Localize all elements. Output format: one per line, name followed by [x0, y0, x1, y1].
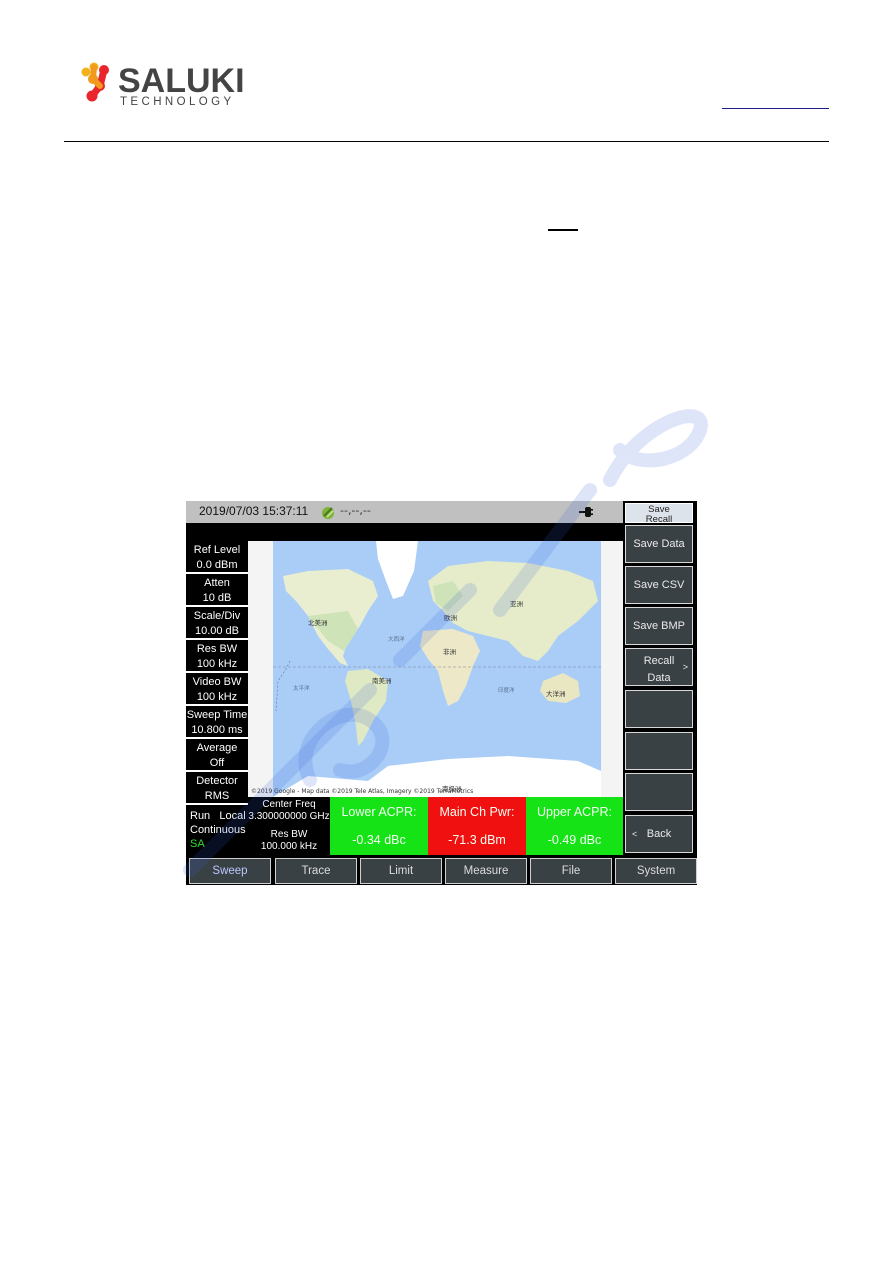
lower-acpr-value: -0.34 dBc	[352, 833, 406, 847]
param-label: Average	[196, 742, 238, 754]
label-africa: 非洲	[443, 647, 456, 656]
center-freq-label: Center Freq	[262, 799, 316, 810]
chevron-right-icon: >	[682, 662, 688, 672]
frequency-info[interactable]: Center Freq 3.300000000 GHz Res BW 100.0…	[248, 797, 330, 855]
label-atlantic: 大西洋	[388, 635, 405, 643]
label-indian: 印度洋	[498, 686, 515, 694]
param-ref-level[interactable]: Ref Level 0.0 dBm	[186, 541, 248, 574]
param-sweep-time[interactable]: Sweep Time 10.800 ms	[186, 706, 248, 739]
save-bmp-button[interactable]: Save BMP	[625, 607, 693, 645]
local-label: Local	[219, 810, 246, 822]
logo-wordmark: SALUKI	[118, 62, 245, 100]
function-tabs: Sweep Trace Limit Measure File System	[186, 855, 697, 885]
saluki-logo: SALUKI TECHNOLOGY	[80, 62, 245, 112]
map-attribution: ©2019 Google - Map data ©2019 Tele Atlas…	[251, 788, 474, 795]
param-value: 100 kHz	[196, 658, 238, 670]
upper-acpr-label: Upper ACPR:	[536, 805, 613, 819]
empty-softkey-5[interactable]	[625, 690, 693, 728]
main-ch-pwr-value: -71.3 dBm	[448, 833, 506, 847]
param-label: Sweep Time	[186, 709, 248, 721]
label-oceania: 大洋洲	[546, 689, 566, 698]
instrument-screen: 2019/07/03 15:37:11 --,--,-- Ref Level 0…	[186, 501, 697, 885]
empty-softkey-6[interactable]	[625, 732, 693, 770]
label-europe: 欧洲	[444, 613, 457, 622]
center-freq-value: 3.300000000 GHz	[248, 811, 330, 822]
param-average[interactable]: Average Off	[186, 739, 248, 772]
main-ch-pwr-label: Main Ch Pwr:	[439, 805, 515, 819]
param-value: 10 dB	[202, 592, 232, 604]
header-link[interactable]	[722, 108, 829, 109]
param-value: 10.800 ms	[191, 724, 243, 736]
softkey-label: Save Data	[633, 538, 685, 550]
param-video-bw[interactable]: Video BW 100 kHz	[186, 673, 248, 706]
recall-data-button[interactable]: Recall Data >	[625, 648, 693, 686]
label-pacific: 太平洋	[293, 684, 310, 692]
label-asia: 亚洲	[510, 600, 523, 608]
label-south-america: 南美洲	[372, 676, 392, 685]
param-detector[interactable]: Detector RMS	[186, 772, 248, 805]
param-label: Detector	[196, 775, 238, 787]
param-label: Video BW	[192, 676, 242, 688]
softkey-menu: Save Recall Save Data Save CSV Save BMP …	[623, 501, 697, 855]
param-value: 100 kHz	[196, 691, 238, 703]
menu-title: Save Recall	[625, 503, 693, 525]
upper-acpr-value: -0.49 dBc	[547, 833, 602, 847]
gps-satellite-icon	[322, 507, 334, 519]
status-bar: 2019/07/03 15:37:11 --,--,--	[186, 501, 623, 523]
logo-subtitle: TECHNOLOGY	[120, 96, 235, 108]
map-graphic: 北美洲 大西洋 欧洲 亚洲 非洲 南美洲 太平洋 印度洋 大洋洲 南极洲	[273, 541, 601, 797]
sweep-mode: Continuous	[190, 824, 246, 836]
softkey-label: Back	[646, 828, 672, 840]
tab-measure[interactable]: Measure	[445, 858, 527, 884]
datetime: 2019/07/03 15:37:11	[199, 504, 309, 518]
param-atten[interactable]: Atten 10 dB	[186, 574, 248, 607]
world-map[interactable]: 北美洲 大西洋 欧洲 亚洲 非洲 南美洲 太平洋 印度洋 大洋洲 南极洲 ©20…	[248, 541, 623, 797]
logo-mark-icon	[81, 62, 109, 102]
tab-limit[interactable]: Limit	[360, 858, 442, 884]
tab-sweep[interactable]: Sweep	[189, 858, 271, 884]
param-label: Res BW	[196, 643, 238, 655]
run-status: Run Local Continuous SA	[186, 805, 248, 850]
upper-acpr: Upper ACPR: -0.49 dBc	[526, 797, 623, 855]
lower-acpr: Lower ACPR: -0.34 dBc	[330, 797, 428, 855]
param-value: 0.0 dBm	[196, 559, 238, 571]
label-north-america: 北美洲	[308, 618, 328, 627]
main-channel-power: Main Ch Pwr: -71.3 dBm	[428, 797, 526, 855]
text-underline-mark	[548, 229, 578, 231]
menu-title-line2: Recall	[645, 513, 673, 525]
param-value: 10.00 dB	[194, 625, 240, 637]
param-label: Atten	[204, 577, 230, 589]
softkey-line2: Data	[647, 672, 671, 684]
gps-coordinates: --,--,--	[340, 504, 371, 517]
param-label: Scale/Div	[193, 610, 241, 622]
back-button[interactable]: < Back	[625, 815, 693, 853]
header-divider	[64, 141, 829, 142]
tab-file[interactable]: File	[530, 858, 612, 884]
rbw-label: Res BW	[270, 829, 308, 840]
empty-softkey-7[interactable]	[625, 773, 693, 811]
param-res-bw[interactable]: Res BW 100 kHz	[186, 640, 248, 673]
power-plug-icon	[579, 507, 593, 517]
lower-acpr-label: Lower ACPR:	[341, 805, 417, 819]
rbw-value: 100.000 kHz	[260, 841, 318, 852]
save-csv-button[interactable]: Save CSV	[625, 566, 693, 604]
app-mode: SA	[190, 838, 205, 850]
tab-trace[interactable]: Trace	[275, 858, 357, 884]
tab-system[interactable]: System	[615, 858, 697, 884]
param-value: RMS	[204, 790, 230, 802]
title-bar	[186, 523, 623, 541]
softkey-label: Save BMP	[633, 620, 685, 632]
param-scale-div[interactable]: Scale/Div 10.00 dB	[186, 607, 248, 640]
measurement-bar: Center Freq 3.300000000 GHz Res BW 100.0…	[248, 797, 623, 855]
param-value: Off	[209, 757, 225, 769]
softkey-label: Save CSV	[633, 579, 685, 591]
parameter-panel: Ref Level 0.0 dBm Atten 10 dB Scale/Div …	[186, 541, 248, 850]
run-label: Run	[190, 810, 211, 822]
save-data-button[interactable]: Save Data	[625, 525, 693, 563]
param-label: Ref Level	[193, 544, 241, 556]
